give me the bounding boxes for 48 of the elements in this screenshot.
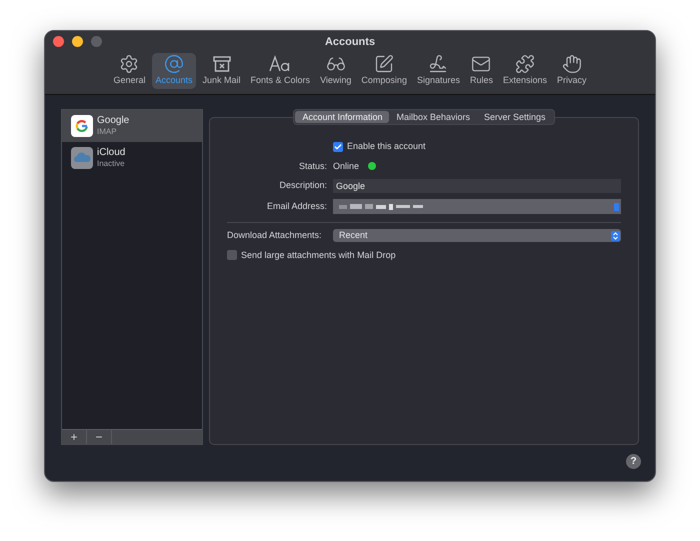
stepper-icon	[611, 230, 620, 241]
toolbar-tab[interactable]: Privacy	[554, 53, 590, 89]
toolbar-tab[interactable]: Composing	[358, 53, 410, 89]
signature-icon	[428, 54, 448, 74]
hand-icon	[562, 54, 582, 74]
toolbar-tab[interactable]: Rules	[466, 53, 496, 89]
google-icon	[71, 115, 93, 137]
close-button[interactable]	[53, 36, 64, 47]
gear-icon	[119, 54, 140, 74]
font-icon	[269, 54, 292, 74]
checkbox[interactable]	[227, 250, 237, 260]
field-label: Status:	[298, 160, 327, 172]
cloud-icon	[71, 147, 93, 169]
checkmark-icon	[334, 142, 342, 151]
trash-bin-icon	[212, 54, 232, 74]
toolbar-tab[interactable]: Signatures	[414, 53, 463, 89]
field-label: Email Address:	[266, 200, 327, 213]
toolbar-tab[interactable]: Junk Mail	[200, 53, 244, 89]
segment-tab[interactable]: Server Settings	[477, 111, 553, 123]
account-item[interactable]: iCloud Inactive	[62, 142, 202, 174]
minimize-button[interactable]	[72, 36, 83, 47]
toolbar-tab[interactable]: General	[110, 53, 148, 89]
field-label: Description:	[278, 179, 327, 192]
email-field[interactable]	[333, 199, 621, 214]
puzzle-icon	[515, 54, 536, 74]
compose-icon	[374, 54, 394, 74]
account-item[interactable]: Google IMAP	[62, 110, 202, 142]
description-field[interactable]: Google	[333, 179, 621, 193]
checkbox[interactable]	[333, 142, 343, 152]
account-detail: Inactive	[97, 158, 126, 169]
account-name: iCloud	[97, 147, 126, 158]
toolbar-tab[interactable]: Fonts & Colors	[248, 53, 314, 89]
download-dropdown[interactable]: Recent	[333, 229, 621, 242]
field-label: Download Attachments:	[227, 229, 323, 242]
segment-tab[interactable]: Account Information	[295, 111, 390, 123]
toolbar-tab[interactable]: Viewing	[317, 53, 354, 89]
toolbar-tab[interactable]: Extensions	[500, 53, 550, 89]
window-title: Accounts	[324, 34, 376, 50]
account-detail: IMAP	[97, 126, 118, 137]
checkbox-label: Enable this account	[347, 140, 426, 153]
checkbox-label: Send large attachments with Mail Drop	[241, 248, 396, 262]
status-text: Online	[333, 160, 360, 172]
help-button[interactable]: ?	[626, 454, 641, 469]
segment-tab[interactable]: Mailbox Behaviors	[389, 111, 478, 123]
add-button[interactable]: +	[62, 430, 87, 444]
account-name: Google	[97, 115, 130, 126]
at-sign-icon	[164, 54, 184, 74]
remove-button[interactable]: −	[87, 430, 112, 444]
